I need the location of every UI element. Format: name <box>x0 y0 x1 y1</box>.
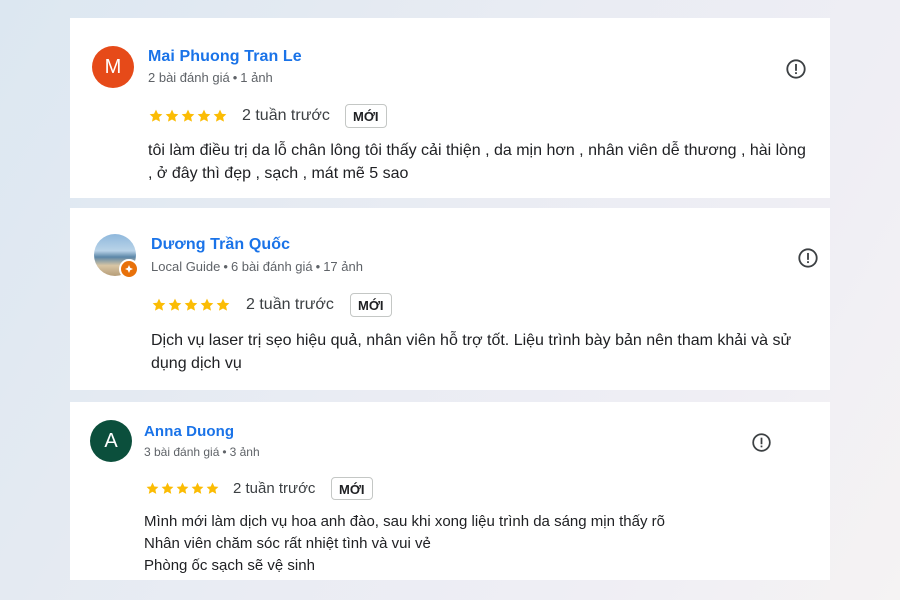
star-icon <box>191 482 204 494</box>
avatar[interactable]: M <box>92 46 134 88</box>
star-icon <box>181 109 195 122</box>
review-text-line: , ở đây thì đẹp , sạch , mát mẽ 5 sao <box>148 165 409 182</box>
local-guide-icon <box>119 259 139 279</box>
report-icon[interactable] <box>797 247 819 269</box>
review-text-line: Phòng ốc sạch sẽ vệ sinh <box>144 557 315 574</box>
review-time: 2 tuần trước <box>242 107 330 124</box>
review-count: 2 bài đánh giá <box>148 70 230 85</box>
star-icon <box>149 109 163 122</box>
photo-count: 1 ảnh <box>240 70 273 85</box>
star-rating <box>151 297 231 313</box>
review-text-line: Dịch vụ laser trị sẹo hiệu quả, nhân viê… <box>151 332 792 349</box>
review-text-line: dụng dịch vụ <box>151 355 242 372</box>
photo-count: 3 ảnh <box>229 445 260 459</box>
review-time: 2 tuần trước <box>246 296 334 313</box>
review-card: Dương Trần Quốc Local Guide • 6 bài đánh g… <box>70 208 830 390</box>
new-badge: MỚI <box>331 477 373 500</box>
review-count: 6 bài đánh giá <box>230 259 313 274</box>
star-icon <box>206 482 219 494</box>
reviewer-meta: 3 bài đánh giá • 3 ảnh <box>144 445 260 459</box>
star-icon <box>184 298 198 311</box>
meta-separator: • <box>222 445 227 459</box>
review-text-line: Nhân viên chăm sóc rất nhiệt tình và vui… <box>144 535 431 552</box>
star-icon <box>165 109 179 122</box>
review-text: Dịch vụ laser trị sẹo hiệu quả, nhân viê… <box>151 329 791 375</box>
star-icon <box>168 298 182 311</box>
avatar[interactable]: A <box>90 420 132 462</box>
review-text: Mình mới làm dịch vụ hoa anh đào, sau kh… <box>144 511 665 577</box>
avatar[interactable] <box>94 234 139 279</box>
photo-count: 17 ảnh <box>323 259 363 274</box>
star-icon <box>197 109 211 122</box>
star-icon <box>200 298 214 311</box>
meta-separator: • <box>232 70 238 85</box>
reviewer-name[interactable]: Anna Duong <box>144 423 234 440</box>
local-guide-label: Local Guide <box>151 259 221 274</box>
reviewer-meta: Local Guide • 6 bài đánh giá • 17 ảnh <box>151 259 363 274</box>
meta-separator: • <box>223 259 228 274</box>
star-icon <box>152 298 166 311</box>
star-rating <box>145 481 220 496</box>
new-badge: MỚI <box>350 293 392 317</box>
reviewer-name[interactable]: Dương Trần Quốc <box>151 236 290 254</box>
review-card: A Anna Duong 3 bài đánh giá • 3 ảnh 2 tuần… <box>70 402 830 580</box>
report-icon[interactable] <box>751 432 772 453</box>
star-rating <box>148 108 228 124</box>
review-card: M Mai Phuong Tran Le 2 bài đánh giá • 1 ản… <box>70 18 830 198</box>
star-icon <box>176 482 189 494</box>
reviewer-meta: 2 bài đánh giá • 1 ảnh <box>148 70 273 85</box>
new-badge: MỚI <box>345 104 387 128</box>
meta-separator: • <box>315 259 321 274</box>
review-count: 3 bài đánh giá <box>144 445 220 459</box>
star-icon <box>161 482 174 494</box>
review-text-line: tôi làm điều trị da lỗ chân lông tôi thấ… <box>148 142 806 159</box>
review-text-line: Mình mới làm dịch vụ hoa anh đào, sau kh… <box>144 513 665 530</box>
review-time: 2 tuần trước <box>233 480 316 497</box>
star-icon <box>146 482 159 494</box>
review-text: tôi làm điều trị da lỗ chân lông tôi thấ… <box>148 139 806 185</box>
star-icon <box>213 109 227 122</box>
star-icon <box>216 298 230 311</box>
reviewer-name[interactable]: Mai Phuong Tran Le <box>148 48 302 66</box>
report-icon[interactable] <box>785 58 807 80</box>
